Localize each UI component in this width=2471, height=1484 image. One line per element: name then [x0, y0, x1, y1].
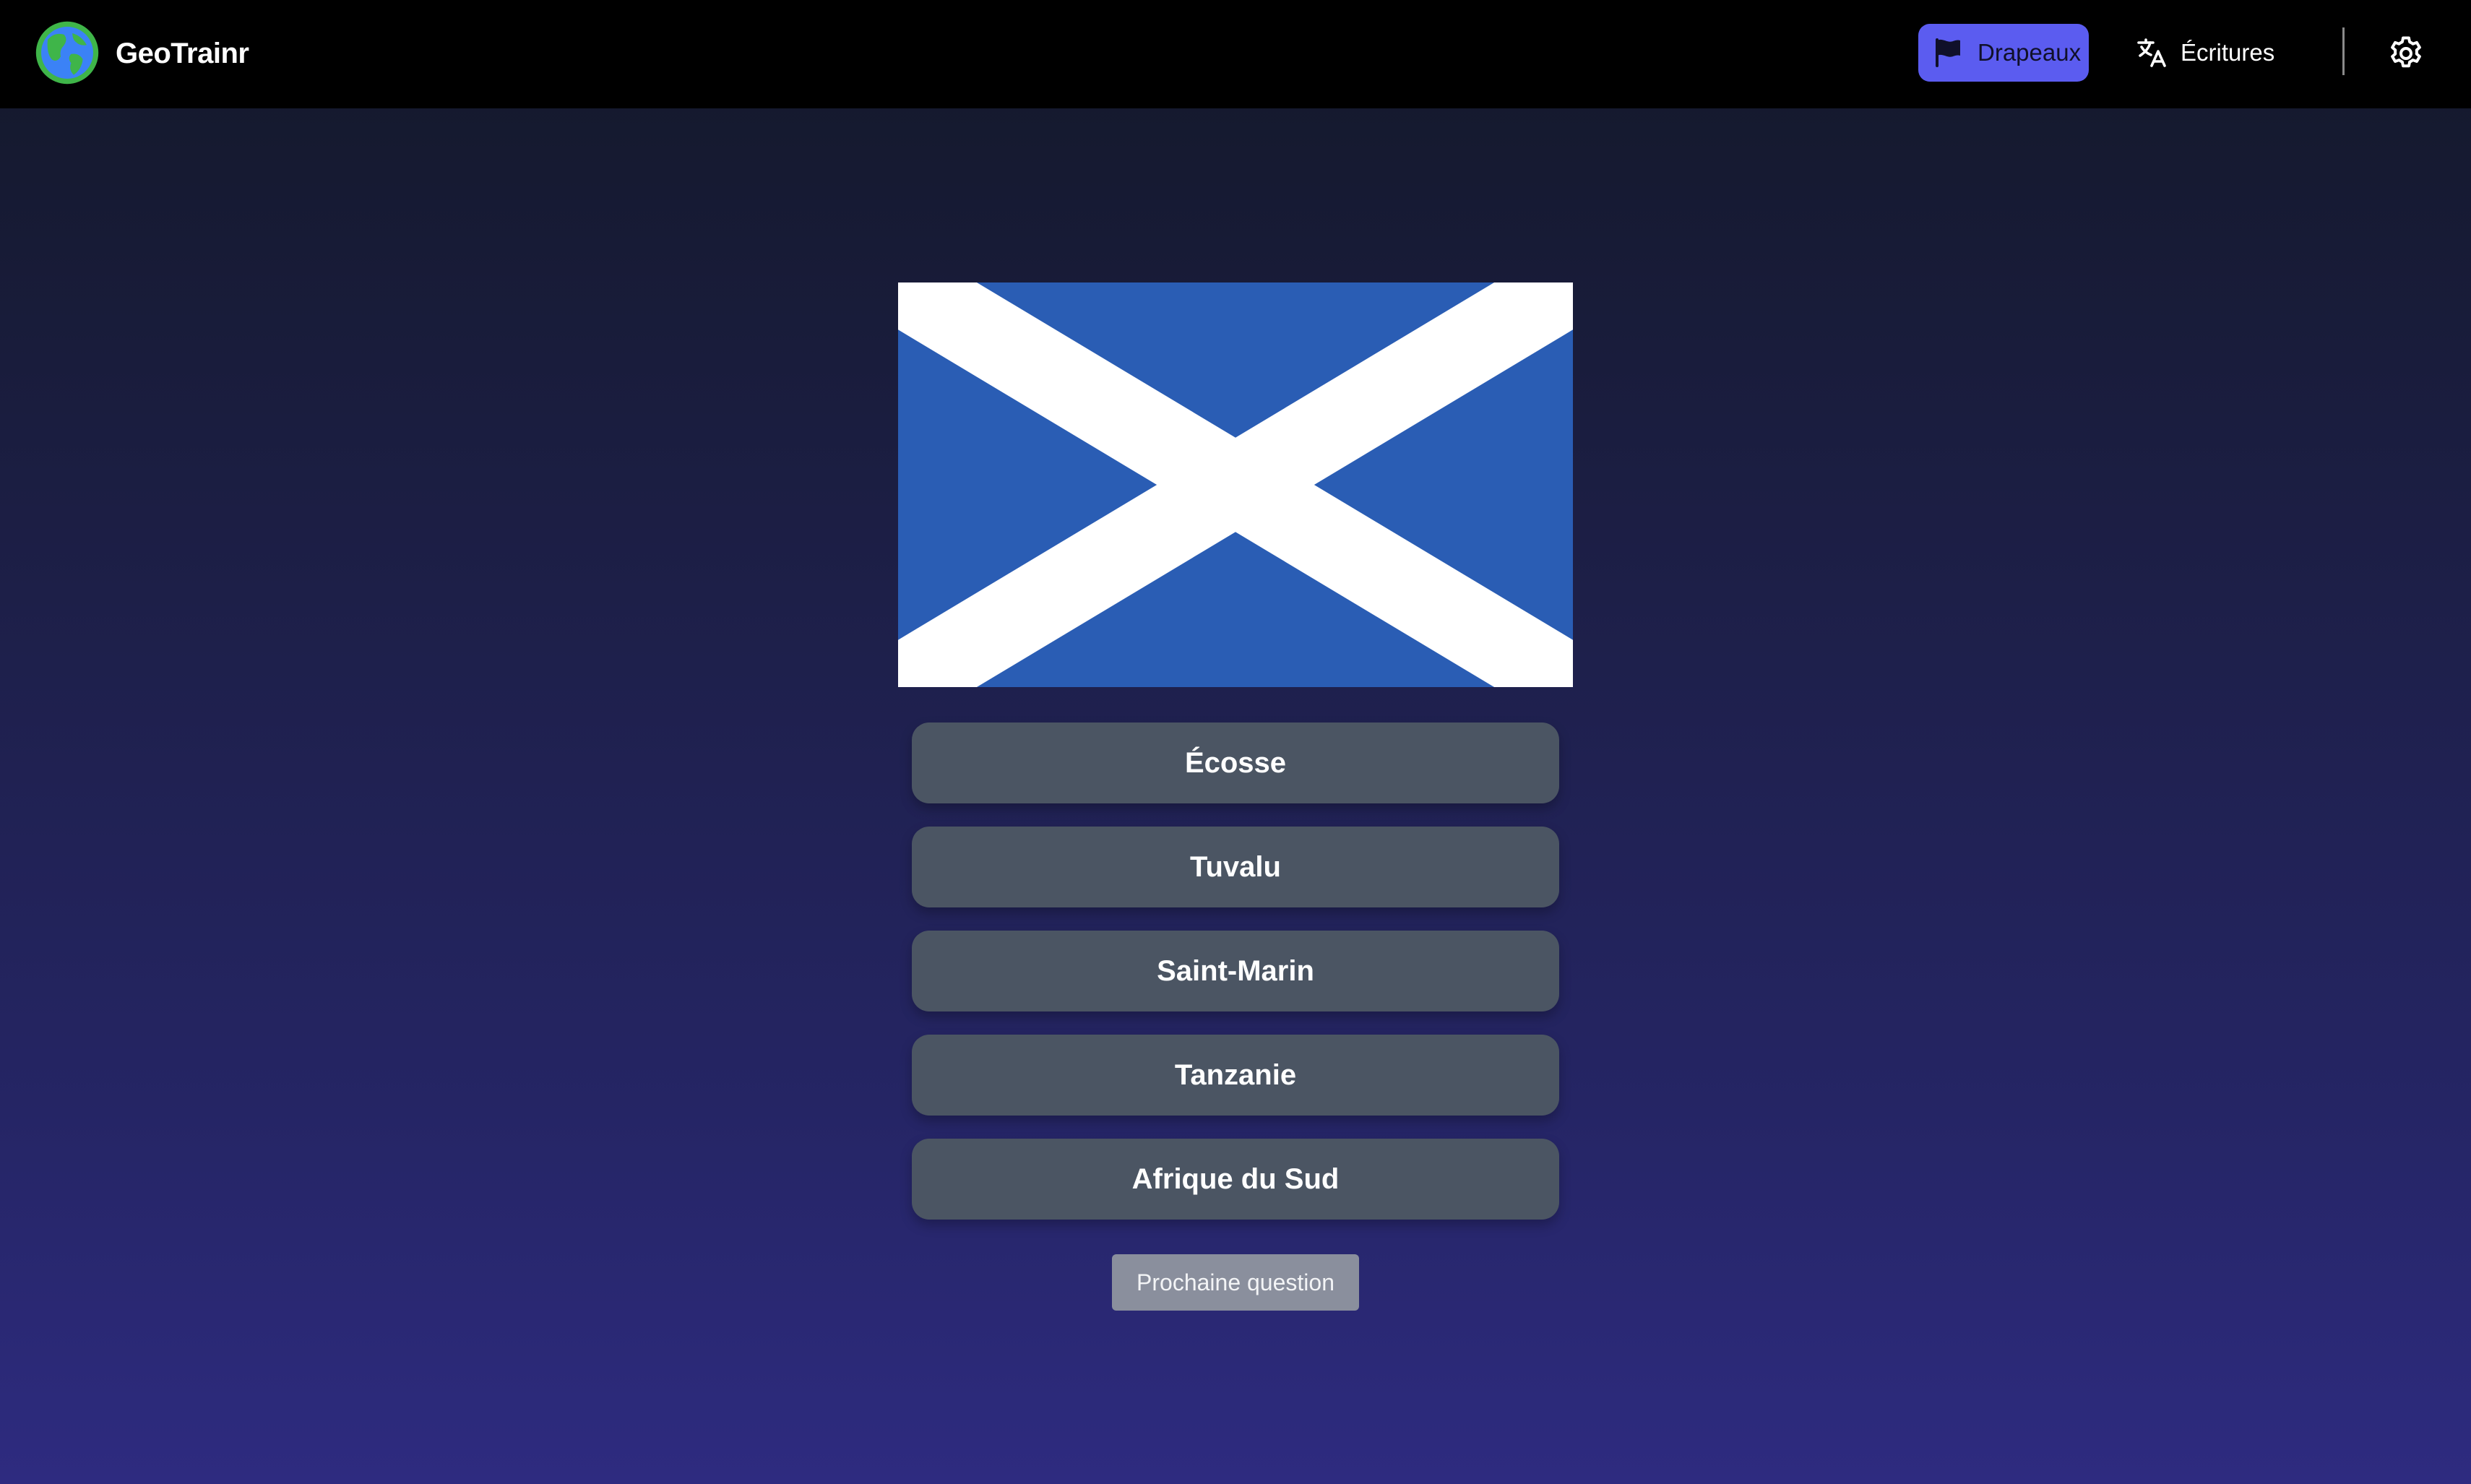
answer-option[interactable]: Tuvalu [912, 827, 1559, 907]
translate-icon [2137, 38, 2166, 67]
scotland-flag-image [898, 282, 1573, 687]
flag-icon [1936, 38, 1960, 67]
next-question-button[interactable]: Prochaine question [1112, 1254, 1359, 1311]
answer-option[interactable]: Écosse [912, 722, 1559, 803]
nav-scripts-button[interactable]: Écritures [2124, 24, 2283, 82]
navbar-divider [2342, 27, 2345, 75]
nav-flags-label: Drapeaux [1978, 39, 2082, 66]
answer-option[interactable]: Afrique du Sud [912, 1139, 1559, 1220]
gear-icon[interactable] [2386, 33, 2426, 74]
nav-scripts-label: Écritures [2181, 39, 2275, 66]
top-navbar: GeoTrainr Drapeaux Écritures [0, 0, 2471, 108]
app-brand-name[interactable]: GeoTrainr [116, 32, 249, 75]
nav-flags-button[interactable]: Drapeaux [1918, 24, 2089, 82]
globe-logo-icon[interactable] [35, 20, 100, 85]
answer-option[interactable]: Tanzanie [912, 1035, 1559, 1116]
answer-option[interactable]: Saint-Marin [912, 931, 1559, 1011]
